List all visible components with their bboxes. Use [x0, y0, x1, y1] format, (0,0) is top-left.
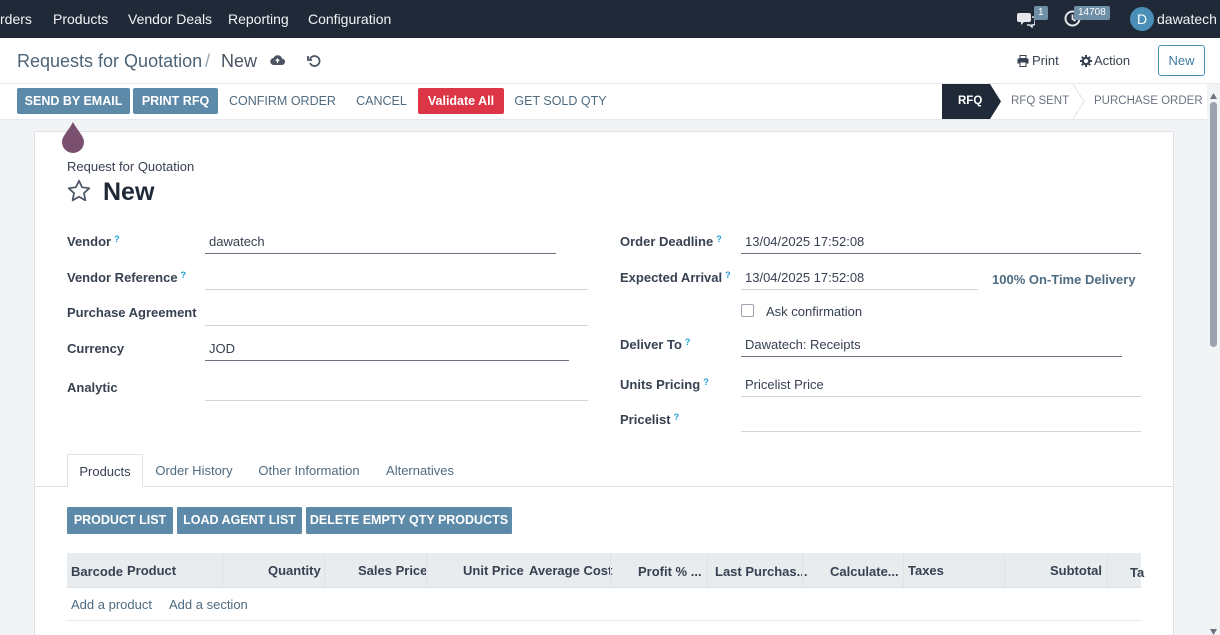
add-section-link[interactable]: Add a section: [169, 597, 248, 612]
print-icon[interactable]: [1017, 55, 1029, 70]
column-subtotal[interactable]: Subtotal: [1050, 563, 1102, 578]
gear-icon[interactable]: [1080, 55, 1092, 70]
favorite-star-icon[interactable]: [66, 178, 92, 207]
analytic-field[interactable]: [205, 379, 588, 401]
messages-badge: 1: [1034, 6, 1048, 20]
analytic-label: Analytic: [67, 380, 118, 395]
breadcrumb-separator: /: [205, 51, 211, 71]
units-pricing-field[interactable]: Pricelist Price: [741, 375, 1141, 397]
form-title: New: [103, 178, 155, 206]
new-button[interactable]: New: [1158, 45, 1205, 76]
add-product-link[interactable]: Add a product: [71, 597, 152, 612]
vendor-field[interactable]: dawatech: [205, 232, 556, 254]
breadcrumb-current: New: [221, 51, 258, 71]
nav-item-configuration[interactable]: Configuration: [308, 11, 391, 27]
user-name[interactable]: dawatech: [1157, 11, 1217, 27]
nav-item-orders[interactable]: rders: [0, 11, 32, 27]
discard-undo-icon[interactable]: [307, 54, 321, 71]
currency-label: Currency: [67, 341, 125, 356]
stage-purchase-order[interactable]: PURCHASE ORDER: [1094, 84, 1203, 119]
order-lines-header: Barcode Product Quantity Sales Price Uni…: [67, 553, 1144, 588]
user-avatar[interactable]: D: [1130, 7, 1154, 31]
table-row-divider: [67, 620, 1141, 621]
nav-item-reporting[interactable]: Reporting: [228, 11, 289, 27]
messages-icon[interactable]: [1017, 10, 1036, 31]
currency-field[interactable]: JOD: [205, 339, 569, 361]
scroll-up-icon[interactable]: [1209, 88, 1218, 99]
column-separator: [1004, 553, 1005, 588]
units-pricing-label: Units Pricing?: [620, 377, 709, 392]
vendor-reference-field[interactable]: [205, 268, 588, 290]
column-separator: [903, 553, 904, 588]
column-profit-percent[interactable]: Profit % ...: [638, 564, 702, 579]
tab-alternatives[interactable]: Alternatives: [378, 454, 462, 487]
column-product[interactable]: Product: [127, 563, 176, 578]
column-unit-price[interactable]: Unit Price: [463, 563, 524, 578]
stage-rfq-sent[interactable]: RFQ SENT: [1011, 84, 1069, 119]
tab-order-history[interactable]: Order History: [148, 454, 240, 487]
column-average-cost[interactable]: Average Cost: [529, 563, 612, 578]
pricelist-field[interactable]: [741, 410, 1141, 432]
column-quantity[interactable]: Quantity: [268, 563, 321, 578]
column-separator: [426, 553, 427, 588]
get-sold-qty-button[interactable]: GET SOLD QTY: [510, 88, 611, 114]
column-last-purchase[interactable]: Last Purchas...: [715, 564, 807, 579]
tab-products[interactable]: Products: [67, 454, 143, 487]
form-subtitle: Request for Quotation: [67, 159, 195, 174]
product-list-button[interactable]: PRODUCT LIST: [67, 507, 173, 534]
top-navbar: rders Products Vendor Deals Reporting Co…: [0, 0, 1220, 38]
column-sales-price[interactable]: Sales Price: [358, 563, 427, 578]
column-tax-truncated[interactable]: Ta: [1130, 565, 1144, 580]
pricelist-label: Pricelist?: [620, 412, 680, 427]
order-deadline-label: Order Deadline?: [620, 234, 722, 249]
drop-marker-icon: [61, 121, 85, 156]
column-calculate[interactable]: Calculate...: [830, 564, 899, 579]
column-barcode[interactable]: Barcode: [71, 564, 123, 579]
scrollbar-thumb[interactable]: [1210, 102, 1217, 347]
print-rfq-button[interactable]: PRINT RFQ: [133, 88, 218, 114]
ask-confirmation-label: Ask confirmation: [766, 304, 863, 319]
purchase-agreement-label: Purchase Agreement: [67, 305, 197, 320]
delete-empty-qty-products-button[interactable]: DELETE EMPTY QTY PRODUCTS: [306, 507, 512, 534]
breadcrumb-parent[interactable]: Requests for Quotation: [17, 51, 202, 72]
confirm-order-button[interactable]: CONFIRM ORDER: [224, 88, 341, 114]
cancel-button[interactable]: CANCEL: [350, 88, 413, 114]
column-separator: [802, 553, 803, 588]
stage-rfq[interactable]: RFQ: [958, 84, 982, 119]
expected-arrival-label: Expected Arrival?: [620, 270, 731, 285]
on-time-delivery-link[interactable]: 100% On-Time Delivery: [992, 272, 1136, 287]
expected-arrival-field[interactable]: 13/04/2025 17:52:08: [741, 268, 978, 290]
activities-badge: 14708: [1074, 6, 1110, 20]
column-separator: [222, 553, 223, 588]
order-deadline-field[interactable]: 13/04/2025 17:52:08: [741, 232, 1141, 254]
validate-all-button[interactable]: Validate All: [418, 88, 504, 114]
vendor-reference-label: Vendor Reference?: [67, 270, 187, 285]
send-by-email-button[interactable]: SEND BY EMAIL: [17, 88, 130, 114]
deliver-to-label: Deliver To?: [620, 337, 691, 352]
vendor-label: Vendor?: [67, 234, 120, 249]
nav-item-products[interactable]: Products: [53, 11, 108, 27]
scroll-down-icon[interactable]: [1209, 624, 1218, 635]
purchase-agreement-field[interactable]: [205, 304, 588, 326]
print-menu[interactable]: Print: [1032, 53, 1059, 68]
column-separator: [610, 553, 611, 588]
deliver-to-field[interactable]: Dawatech: Receipts: [741, 335, 1122, 357]
nav-item-vendor-deals[interactable]: Vendor Deals: [128, 11, 212, 27]
load-agent-list-button[interactable]: LOAD AGENT LIST: [177, 507, 302, 534]
column-separator: [1107, 553, 1108, 588]
column-separator: [707, 553, 708, 588]
column-separator: [324, 553, 325, 588]
action-statusbar: SEND BY EMAIL PRINT RFQ CONFIRM ORDER CA…: [0, 84, 1220, 120]
cloud-save-icon[interactable]: [270, 54, 286, 69]
tab-other-information[interactable]: Other Information: [250, 454, 368, 487]
ask-confirmation-checkbox[interactable]: [741, 304, 754, 317]
column-taxes[interactable]: Taxes: [908, 563, 944, 578]
control-panel: Requests for Quotation / New Print Actio…: [0, 38, 1220, 84]
action-menu[interactable]: Action: [1094, 53, 1130, 68]
